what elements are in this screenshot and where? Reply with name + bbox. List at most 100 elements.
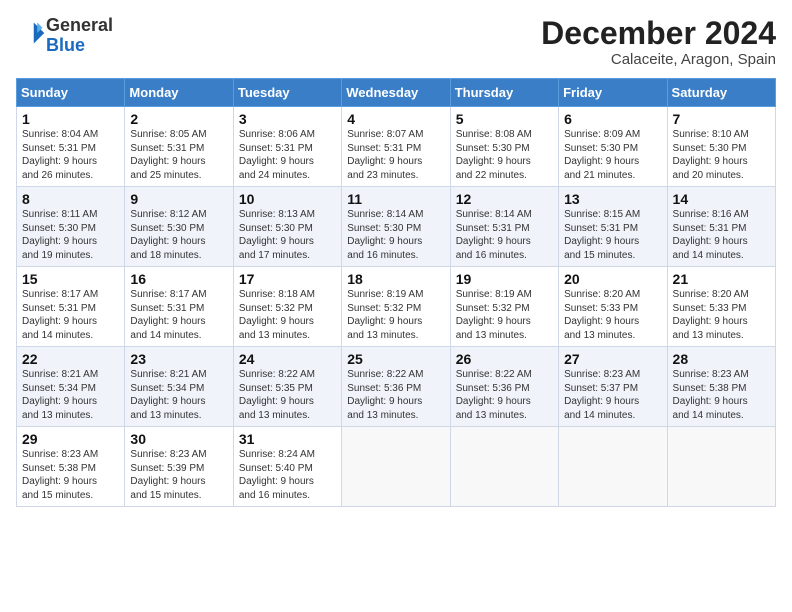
- cell-details: Sunrise: 8:23 AM Sunset: 5:37 PM Dayligh…: [564, 368, 661, 422]
- calendar-cell: 6Sunrise: 8:09 AM Sunset: 5:30 PM Daylig…: [559, 107, 667, 187]
- calendar-cell: 22Sunrise: 8:21 AM Sunset: 5:34 PM Dayli…: [17, 347, 125, 427]
- calendar-cell: 1Sunrise: 8:04 AM Sunset: 5:31 PM Daylig…: [17, 107, 125, 187]
- calendar-cell: 2Sunrise: 8:05 AM Sunset: 5:31 PM Daylig…: [125, 107, 233, 187]
- location-subtitle: Calaceite, Aragon, Spain: [541, 51, 776, 68]
- day-number: 26: [456, 351, 553, 367]
- calendar-cell: 21Sunrise: 8:20 AM Sunset: 5:33 PM Dayli…: [667, 267, 775, 347]
- calendar-cell: [559, 427, 667, 507]
- calendar-cell: 11Sunrise: 8:14 AM Sunset: 5:30 PM Dayli…: [342, 187, 450, 267]
- cell-details: Sunrise: 8:19 AM Sunset: 5:32 PM Dayligh…: [347, 288, 444, 342]
- cell-details: Sunrise: 8:08 AM Sunset: 5:30 PM Dayligh…: [456, 128, 553, 182]
- calendar-cell: 4Sunrise: 8:07 AM Sunset: 5:31 PM Daylig…: [342, 107, 450, 187]
- calendar-cell: 30Sunrise: 8:23 AM Sunset: 5:39 PM Dayli…: [125, 427, 233, 507]
- day-number: 28: [673, 351, 770, 367]
- calendar-week-row: 1Sunrise: 8:04 AM Sunset: 5:31 PM Daylig…: [17, 107, 776, 187]
- day-number: 14: [673, 191, 770, 207]
- cell-details: Sunrise: 8:06 AM Sunset: 5:31 PM Dayligh…: [239, 128, 336, 182]
- calendar-cell: 10Sunrise: 8:13 AM Sunset: 5:30 PM Dayli…: [233, 187, 341, 267]
- logo-general: General: [46, 15, 113, 35]
- weekday-header-monday: Monday: [125, 79, 233, 107]
- calendar-cell: 24Sunrise: 8:22 AM Sunset: 5:35 PM Dayli…: [233, 347, 341, 427]
- cell-details: Sunrise: 8:21 AM Sunset: 5:34 PM Dayligh…: [130, 368, 227, 422]
- cell-details: Sunrise: 8:20 AM Sunset: 5:33 PM Dayligh…: [564, 288, 661, 342]
- cell-details: Sunrise: 8:07 AM Sunset: 5:31 PM Dayligh…: [347, 128, 444, 182]
- weekday-header-sunday: Sunday: [17, 79, 125, 107]
- cell-details: Sunrise: 8:23 AM Sunset: 5:38 PM Dayligh…: [22, 448, 119, 502]
- calendar-cell: 3Sunrise: 8:06 AM Sunset: 5:31 PM Daylig…: [233, 107, 341, 187]
- day-number: 23: [130, 351, 227, 367]
- day-number: 11: [347, 191, 444, 207]
- calendar-week-row: 8Sunrise: 8:11 AM Sunset: 5:30 PM Daylig…: [17, 187, 776, 267]
- day-number: 3: [239, 111, 336, 127]
- day-number: 8: [22, 191, 119, 207]
- cell-details: Sunrise: 8:21 AM Sunset: 5:34 PM Dayligh…: [22, 368, 119, 422]
- weekday-header-thursday: Thursday: [450, 79, 558, 107]
- cell-details: Sunrise: 8:17 AM Sunset: 5:31 PM Dayligh…: [22, 288, 119, 342]
- day-number: 20: [564, 271, 661, 287]
- day-number: 13: [564, 191, 661, 207]
- calendar-cell: 5Sunrise: 8:08 AM Sunset: 5:30 PM Daylig…: [450, 107, 558, 187]
- calendar-cell: 20Sunrise: 8:20 AM Sunset: 5:33 PM Dayli…: [559, 267, 667, 347]
- cell-details: Sunrise: 8:05 AM Sunset: 5:31 PM Dayligh…: [130, 128, 227, 182]
- calendar-cell: 18Sunrise: 8:19 AM Sunset: 5:32 PM Dayli…: [342, 267, 450, 347]
- weekday-header-wednesday: Wednesday: [342, 79, 450, 107]
- day-number: 12: [456, 191, 553, 207]
- month-title: December 2024: [541, 16, 776, 51]
- cell-details: Sunrise: 8:18 AM Sunset: 5:32 PM Dayligh…: [239, 288, 336, 342]
- day-number: 15: [22, 271, 119, 287]
- cell-details: Sunrise: 8:23 AM Sunset: 5:38 PM Dayligh…: [673, 368, 770, 422]
- day-number: 18: [347, 271, 444, 287]
- calendar-cell: 15Sunrise: 8:17 AM Sunset: 5:31 PM Dayli…: [17, 267, 125, 347]
- calendar-cell: 23Sunrise: 8:21 AM Sunset: 5:34 PM Dayli…: [125, 347, 233, 427]
- cell-details: Sunrise: 8:22 AM Sunset: 5:36 PM Dayligh…: [347, 368, 444, 422]
- calendar-cell: 31Sunrise: 8:24 AM Sunset: 5:40 PM Dayli…: [233, 427, 341, 507]
- cell-details: Sunrise: 8:19 AM Sunset: 5:32 PM Dayligh…: [456, 288, 553, 342]
- day-number: 2: [130, 111, 227, 127]
- calendar-cell: 14Sunrise: 8:16 AM Sunset: 5:31 PM Dayli…: [667, 187, 775, 267]
- main-container: General Blue December 2024 Calaceite, Ar…: [0, 0, 792, 515]
- cell-details: Sunrise: 8:14 AM Sunset: 5:30 PM Dayligh…: [347, 208, 444, 262]
- logo-text: General Blue: [46, 16, 113, 56]
- day-number: 7: [673, 111, 770, 127]
- cell-details: Sunrise: 8:22 AM Sunset: 5:36 PM Dayligh…: [456, 368, 553, 422]
- cell-details: Sunrise: 8:22 AM Sunset: 5:35 PM Dayligh…: [239, 368, 336, 422]
- weekday-header-saturday: Saturday: [667, 79, 775, 107]
- day-number: 21: [673, 271, 770, 287]
- calendar-cell: 26Sunrise: 8:22 AM Sunset: 5:36 PM Dayli…: [450, 347, 558, 427]
- calendar-cell: 19Sunrise: 8:19 AM Sunset: 5:32 PM Dayli…: [450, 267, 558, 347]
- day-number: 31: [239, 431, 336, 447]
- logo: General Blue: [16, 16, 113, 56]
- calendar-cell: [342, 427, 450, 507]
- calendar-week-row: 22Sunrise: 8:21 AM Sunset: 5:34 PM Dayli…: [17, 347, 776, 427]
- title-section: December 2024 Calaceite, Aragon, Spain: [541, 16, 776, 68]
- day-number: 30: [130, 431, 227, 447]
- calendar-week-row: 29Sunrise: 8:23 AM Sunset: 5:38 PM Dayli…: [17, 427, 776, 507]
- calendar-cell: 28Sunrise: 8:23 AM Sunset: 5:38 PM Dayli…: [667, 347, 775, 427]
- cell-details: Sunrise: 8:15 AM Sunset: 5:31 PM Dayligh…: [564, 208, 661, 262]
- calendar-cell: 13Sunrise: 8:15 AM Sunset: 5:31 PM Dayli…: [559, 187, 667, 267]
- day-number: 10: [239, 191, 336, 207]
- cell-details: Sunrise: 8:12 AM Sunset: 5:30 PM Dayligh…: [130, 208, 227, 262]
- cell-details: Sunrise: 8:10 AM Sunset: 5:30 PM Dayligh…: [673, 128, 770, 182]
- cell-details: Sunrise: 8:24 AM Sunset: 5:40 PM Dayligh…: [239, 448, 336, 502]
- cell-details: Sunrise: 8:09 AM Sunset: 5:30 PM Dayligh…: [564, 128, 661, 182]
- logo-blue: Blue: [46, 35, 85, 55]
- day-number: 4: [347, 111, 444, 127]
- calendar-week-row: 15Sunrise: 8:17 AM Sunset: 5:31 PM Dayli…: [17, 267, 776, 347]
- day-number: 29: [22, 431, 119, 447]
- day-number: 9: [130, 191, 227, 207]
- calendar-cell: 17Sunrise: 8:18 AM Sunset: 5:32 PM Dayli…: [233, 267, 341, 347]
- cell-details: Sunrise: 8:11 AM Sunset: 5:30 PM Dayligh…: [22, 208, 119, 262]
- day-number: 24: [239, 351, 336, 367]
- day-number: 17: [239, 271, 336, 287]
- calendar-cell: 12Sunrise: 8:14 AM Sunset: 5:31 PM Dayli…: [450, 187, 558, 267]
- calendar-cell: 27Sunrise: 8:23 AM Sunset: 5:37 PM Dayli…: [559, 347, 667, 427]
- cell-details: Sunrise: 8:23 AM Sunset: 5:39 PM Dayligh…: [130, 448, 227, 502]
- cell-details: Sunrise: 8:14 AM Sunset: 5:31 PM Dayligh…: [456, 208, 553, 262]
- cell-details: Sunrise: 8:16 AM Sunset: 5:31 PM Dayligh…: [673, 208, 770, 262]
- day-number: 1: [22, 111, 119, 127]
- calendar-cell: 8Sunrise: 8:11 AM Sunset: 5:30 PM Daylig…: [17, 187, 125, 267]
- calendar-cell: 9Sunrise: 8:12 AM Sunset: 5:30 PM Daylig…: [125, 187, 233, 267]
- day-number: 16: [130, 271, 227, 287]
- cell-details: Sunrise: 8:20 AM Sunset: 5:33 PM Dayligh…: [673, 288, 770, 342]
